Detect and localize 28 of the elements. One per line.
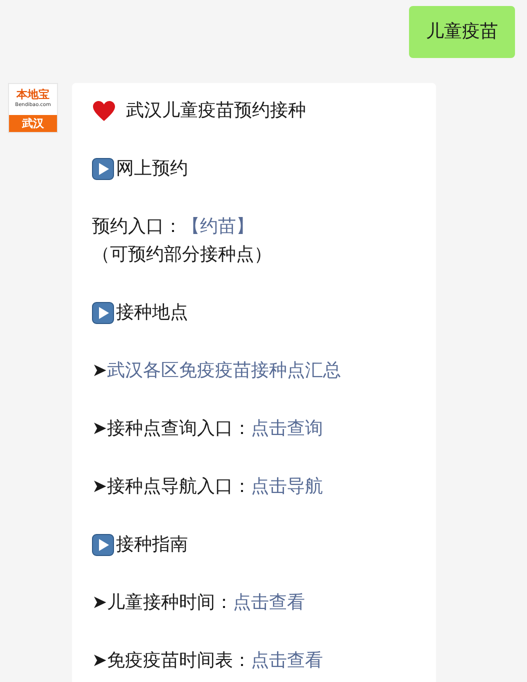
section-heading: 接种地点 <box>116 301 188 325</box>
arrow-marker: ➤ <box>92 359 108 383</box>
section-heading: 接种指南 <box>116 533 188 557</box>
arrow-marker: ➤ <box>92 475 108 499</box>
entry-label: 免疫疫苗时间表： <box>107 649 252 673</box>
logo-brand: 本地宝 <box>16 88 50 102</box>
message-title: 武汉儿童疫苗预约接种 <box>126 99 306 123</box>
entry-label: 接种点查询入口： <box>107 417 252 441</box>
arrow-marker: ➤ <box>92 591 108 615</box>
entry-label: 接种点导航入口： <box>107 475 252 499</box>
entry-link[interactable]: 点击导航 <box>251 473 324 501</box>
note-text: （可预约部分接种点） <box>92 243 272 267</box>
chat-bubble: 儿童疫苗 <box>409 6 515 58</box>
entry-label: 预约入口： <box>92 215 182 239</box>
entry-link[interactable]: 点击查看 <box>233 589 306 617</box>
play-icon <box>92 158 114 180</box>
entry-link[interactable]: 点击查询 <box>251 415 324 443</box>
entry-link[interactable]: 点击查看 <box>251 647 324 675</box>
play-icon <box>92 534 114 556</box>
play-icon <box>92 302 114 324</box>
entry-link[interactable]: 【约苗】 <box>182 213 254 241</box>
section-heading: 网上预约 <box>116 157 188 181</box>
logo-city: 武汉 <box>9 115 57 132</box>
entry-label: 儿童接种时间： <box>107 591 234 615</box>
entry-link[interactable]: 武汉各区免疫疫苗接种点汇总 <box>107 357 342 385</box>
heart-icon <box>92 100 116 122</box>
arrow-marker: ➤ <box>92 417 108 441</box>
arrow-marker: ➤ <box>92 649 108 673</box>
